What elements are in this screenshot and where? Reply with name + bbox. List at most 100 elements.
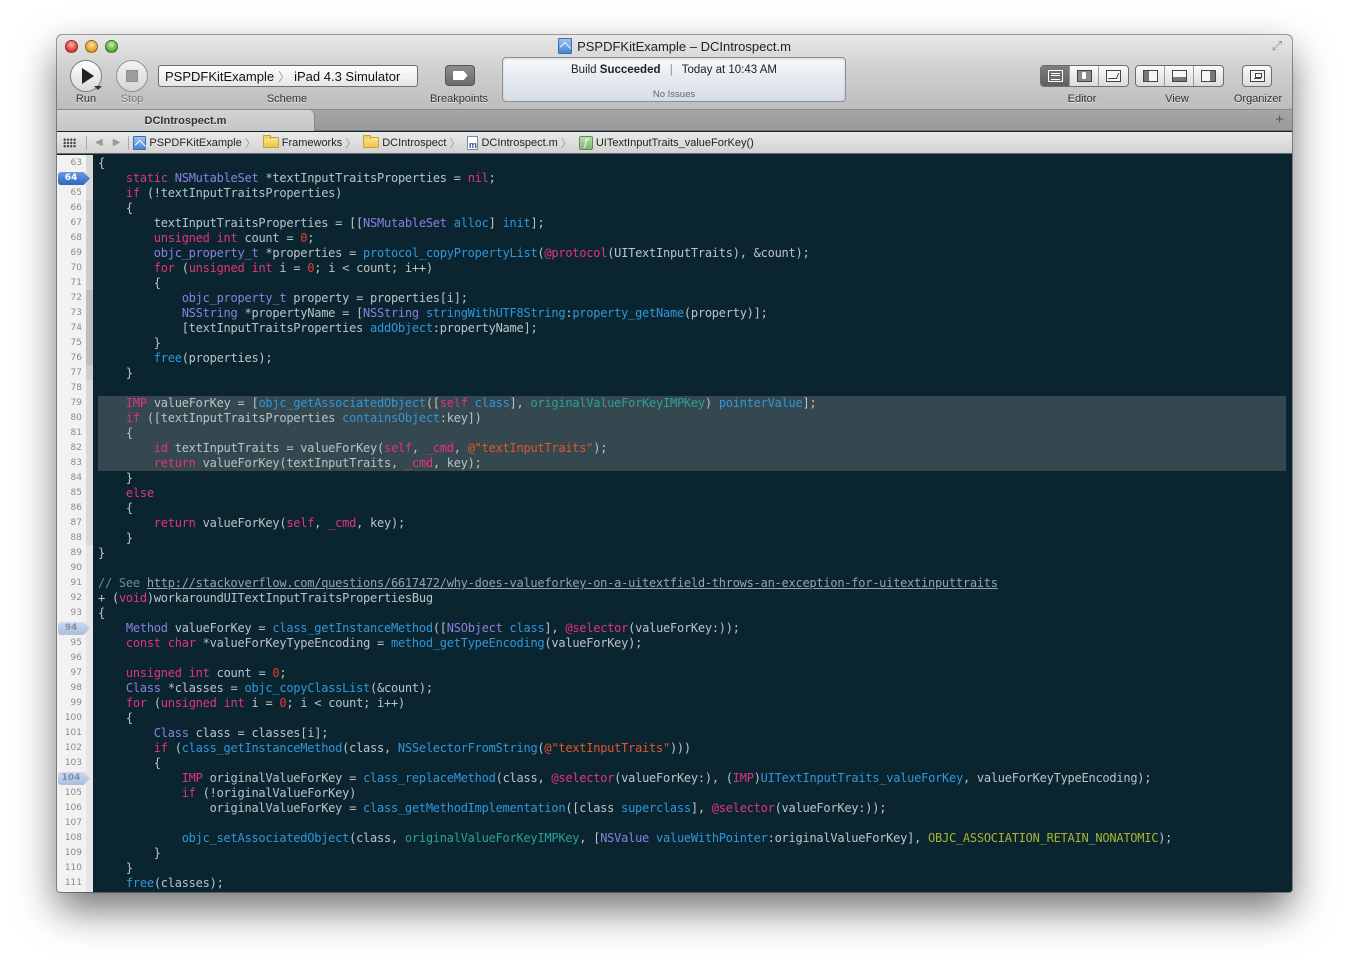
code-line[interactable]: 106 originalValueForKey = class_getMetho… xyxy=(65,801,1292,816)
code-line[interactable]: 110 } xyxy=(65,861,1292,876)
code-line[interactable]: 104 IMP originalValueForKey = class_repl… xyxy=(58,771,1292,786)
code-line[interactable]: 90 xyxy=(71,561,1292,576)
breakpoint-marker[interactable]: 104 xyxy=(58,772,90,785)
toggle-debug-area-button[interactable] xyxy=(1165,66,1194,86)
line-number: 70 xyxy=(70,263,82,273)
code-line[interactable]: 94 Method valueForKey = class_getInstanc… xyxy=(58,621,1292,636)
line-number: 75 xyxy=(70,338,82,348)
run-button[interactable] xyxy=(70,60,102,92)
code-line[interactable]: 86 { xyxy=(71,501,1292,516)
code-line[interactable]: 64 static NSMutableSet *textInputTraitsP… xyxy=(58,171,1292,186)
line-number: 100 xyxy=(64,713,82,723)
code-line[interactable]: 100 { xyxy=(65,711,1292,726)
code-line[interactable]: 96 xyxy=(71,651,1292,666)
code-line[interactable]: 111 free(classes); xyxy=(65,876,1292,891)
code-line[interactable]: 69 objc_property_t *properties = protoco… xyxy=(71,246,1292,261)
breakpoints-button[interactable] xyxy=(445,65,475,86)
breadcrumb-project[interactable]: PSPDFKitExample xyxy=(133,135,242,150)
line-number: 73 xyxy=(70,308,82,318)
back-arrow-icon[interactable]: ◀ xyxy=(95,137,103,148)
version-editor-button[interactable] xyxy=(1099,66,1128,86)
code-line[interactable]: 103 { xyxy=(65,756,1292,771)
code-line[interactable]: 84 } xyxy=(71,471,1292,486)
code-line[interactable]: 95 const char *valueForKeyTypeEncoding =… xyxy=(71,636,1292,651)
toggle-utilities-button[interactable] xyxy=(1194,66,1223,86)
related-files-grid-icon[interactable] xyxy=(63,137,76,148)
breakpoint-marker[interactable]: 64 xyxy=(58,172,90,185)
code-line[interactable]: 65 if (!textInputTraitsProperties) xyxy=(71,186,1292,201)
code-line[interactable]: 88 } xyxy=(71,531,1292,546)
code-line[interactable]: 74 [textInputTraitsProperties addObject:… xyxy=(71,321,1292,336)
code-line[interactable]: 79 IMP valueForKey = [objc_getAssociated… xyxy=(71,396,1292,411)
line-number: 90 xyxy=(70,563,82,573)
code-line[interactable]: 102 if (class_getInstanceMethod(class, N… xyxy=(65,741,1292,756)
code-line[interactable]: 75 } xyxy=(71,336,1292,351)
code-line[interactable]: 87 return valueForKey(self, _cmd, key); xyxy=(71,516,1292,531)
code-line[interactable]: 99 for (unsigned int i = 0; i < count; i… xyxy=(71,696,1292,711)
code-line[interactable]: 89} xyxy=(71,546,1292,561)
code-line[interactable]: 80 if ([textInputTraitsProperties contai… xyxy=(71,411,1292,426)
code-line[interactable]: 92 + (void)workaroundUITextInputTraitsPro… xyxy=(71,591,1292,606)
organizer-button-inner[interactable] xyxy=(1243,66,1271,86)
code-line[interactable]: 109 } xyxy=(65,846,1292,861)
activity-separator: | xyxy=(669,64,673,76)
standard-editor-button[interactable] xyxy=(1041,66,1070,86)
code-area[interactable]: 63 {64 static NSMutableSet *textInputTrai… xyxy=(58,155,1292,892)
breadcrumb-dcintrospect-group[interactable]: DCIntrospect xyxy=(363,135,446,149)
issues-status[interactable]: No Issues xyxy=(503,89,845,100)
stop-button[interactable] xyxy=(116,60,148,92)
code-text: // See http://stackoverflow.com/question… xyxy=(98,576,998,590)
code-line[interactable]: 105 if (!originalValueForKey) xyxy=(65,786,1292,801)
code-line[interactable]: 93 { xyxy=(71,606,1292,621)
code-text: objc_property_t *properties = protocol_c… xyxy=(153,246,810,260)
breakpoint-marker[interactable]: 94 xyxy=(58,622,90,635)
code-line[interactable]: 101 Class class = classes[i]; xyxy=(65,726,1292,741)
code-line[interactable]: 70 for (unsigned int i = 0; i < count; i… xyxy=(71,261,1292,276)
code-text: if ([textInputTraitsProperties containsO… xyxy=(125,411,482,425)
scheme-separator-icon: 〉 xyxy=(278,69,291,84)
code-line[interactable]: 66 { xyxy=(71,201,1292,216)
code-text: if (class_getInstanceMethod(class, NSSel… xyxy=(153,741,691,755)
line-number: 82 xyxy=(70,443,82,453)
breadcrumb-symbol[interactable]: f UITextInputTraits_valueForKey() xyxy=(578,135,754,150)
code-line[interactable]: 108 objc_setAssociatedObject(class, orig… xyxy=(65,831,1292,846)
code-line[interactable]: 82 id textInputTraits = valueForKey(self… xyxy=(71,441,1292,456)
code-line[interactable]: 107 xyxy=(65,816,1292,831)
tab-dcintrospect[interactable]: DCIntrospect.m xyxy=(57,110,315,131)
breadcrumb-frameworks[interactable]: Frameworks xyxy=(262,135,342,149)
scheme-target: PSPDFKitExample xyxy=(165,68,275,84)
assistant-editor-button[interactable] xyxy=(1070,66,1099,86)
line-number: 79 xyxy=(70,398,82,408)
code-line[interactable]: 67 textInputTraitsProperties = [[NSMutab… xyxy=(71,216,1292,231)
code-line[interactable]: 63 { xyxy=(71,156,1292,171)
code-line[interactable]: 98 Class *classes = objc_copyClassList(&… xyxy=(71,681,1292,696)
code-line[interactable]: 85 else xyxy=(71,486,1292,501)
organizer-button[interactable] xyxy=(1242,65,1272,87)
code-line[interactable]: 71 { xyxy=(71,276,1292,291)
code-line[interactable]: 77 } xyxy=(71,366,1292,381)
code-line[interactable]: 73 NSString *propertyName = [NSString st… xyxy=(71,306,1292,321)
line-number: 101 xyxy=(64,728,82,738)
fold-region[interactable] xyxy=(86,290,93,365)
line-number: 97 xyxy=(70,668,82,678)
code-line[interactable]: 68 unsigned int count = 0; xyxy=(71,231,1292,246)
code-line[interactable]: 72 objc_property_t property = properties… xyxy=(71,291,1292,306)
forward-arrow-icon[interactable]: ▶ xyxy=(113,137,121,148)
scheme-popup[interactable]: PSPDFKitExample 〉 iPad 4.3 Simulator xyxy=(158,65,418,87)
code-line[interactable]: 81 { xyxy=(71,426,1292,441)
organizer-icon xyxy=(1249,70,1265,82)
line-number: 103 xyxy=(64,758,82,768)
code-line[interactable]: 91 // See http://stackoverflow.com/questi… xyxy=(71,576,1292,591)
code-line[interactable]: 97 unsigned int count = 0; xyxy=(71,666,1292,681)
code-text: for (unsigned int i = 0; i < count; i++) xyxy=(125,696,405,710)
code-text: { xyxy=(98,501,133,515)
source-editor[interactable]: 63 {64 static NSMutableSet *textInputTrai… xyxy=(57,155,1292,892)
breadcrumb-file[interactable]: m DCIntrospect.m xyxy=(467,135,558,150)
code-line[interactable]: 76 free(properties); xyxy=(71,351,1292,366)
code-line[interactable]: 78 xyxy=(71,381,1292,396)
new-tab-plus-icon[interactable]: + xyxy=(1275,112,1284,128)
fullscreen-icon[interactable]: ⤢ xyxy=(1270,39,1284,53)
code-text: IMP valueForKey = [objc_getAssociatedObj… xyxy=(125,396,817,410)
toggle-navigator-button[interactable] xyxy=(1136,66,1165,86)
code-line[interactable]: 83 return valueForKey(textInputTraits, _… xyxy=(71,456,1292,471)
